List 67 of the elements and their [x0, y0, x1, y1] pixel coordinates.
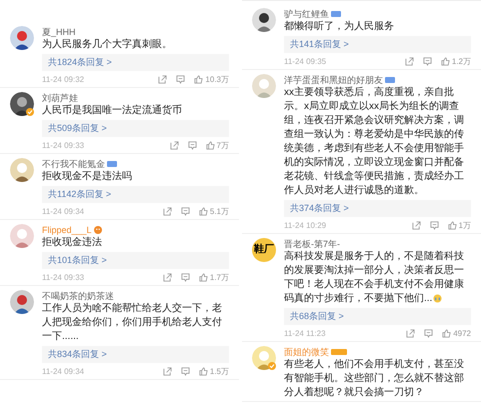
- share-icon[interactable]: [406, 329, 416, 338]
- reply-count-link[interactable]: 共141条回复 >: [284, 36, 471, 53]
- comment-icon[interactable]: [180, 273, 190, 282]
- reply-count-link[interactable]: 共1142条回复 >: [42, 186, 229, 203]
- reply-count-link[interactable]: 共101条回复 >: [42, 252, 229, 269]
- timestamp: 11-24 09:33: [42, 272, 86, 284]
- like-icon[interactable]: [442, 329, 452, 338]
- timestamp: 11-24 09:34: [42, 366, 86, 378]
- comment-text: 人民币是我国唯一法定流通货币: [42, 105, 182, 116]
- avatar[interactable]: 鞋厂: [252, 238, 276, 262]
- like-count: 5.1万: [210, 206, 229, 218]
- username[interactable]: 刘葫芦娃: [42, 92, 78, 104]
- reply-count-link[interactable]: 共1824条回复 >: [42, 54, 229, 71]
- comment-text: 工作人员为啥不能帮忙给老人交一下，老人把现金给你们，你们用手机给老人支付一下......: [42, 303, 222, 342]
- timestamp: 11-24 09:35: [284, 56, 328, 68]
- timestamp: 11-24 11:23: [284, 328, 327, 340]
- timestamp: 11-24 09:33: [42, 140, 86, 152]
- comment-text: 拒收现金违法: [42, 237, 102, 248]
- like-count: 7万: [216, 140, 229, 152]
- like-icon[interactable]: [440, 57, 450, 66]
- like-icon[interactable]: [448, 221, 457, 230]
- comment-icon[interactable]: [180, 367, 190, 376]
- like-icon[interactable]: [206, 141, 215, 150]
- username[interactable]: 晋老板-第7年-: [284, 238, 340, 250]
- share-icon[interactable]: [162, 207, 172, 216]
- comment-icon[interactable]: [176, 75, 186, 84]
- timestamp: 11-24 10:29: [284, 220, 328, 232]
- like-count: 1万: [458, 220, 471, 232]
- comment-text: 都懒得听了，为人民服务: [284, 21, 394, 32]
- timestamp: 11-24 09:34: [42, 206, 86, 218]
- username[interactable]: 不行我不能氪金: [42, 158, 105, 170]
- comment-text: xx主要领导获悉后，高度重视，亲自批示。x局立即成立以xx局长为组长的调查组，连夜召开紧急会议研究解决方案，调查组一致认为：尊老爱幼是中华民族的传统美德，考虑到有些老人不会使用智能手机的实际情况，立即设立现金窗口并配备老花镜、针线盒等便民措施，责成经办工作人员对老人进行诚恳的道歉。: [284, 87, 464, 196]
- like-count: 1.7万: [210, 272, 229, 284]
- share-icon[interactable]: [404, 57, 414, 66]
- like-count: 1.2万: [452, 56, 471, 68]
- reply-count-link[interactable]: 共834条回复 >: [42, 346, 229, 363]
- comment-icon[interactable]: [430, 221, 439, 230]
- comment-icon[interactable]: [422, 57, 432, 66]
- share-icon[interactable]: [412, 221, 421, 230]
- like-icon[interactable]: [198, 273, 208, 282]
- like-count: 10.3万: [205, 74, 229, 86]
- username[interactable]: Flipped___L: [42, 224, 92, 236]
- like-icon[interactable]: [198, 207, 208, 216]
- like-count: 1.5万: [210, 366, 229, 378]
- comment-text: 高科技发展是服务于人的，不是随着科技的发展要淘汰掉一部分人，决策者反思一下吧！老人现在不会手机支付不会用健康码真的寸步难行，不要抛下他们...: [284, 251, 464, 304]
- username[interactable]: 驴与红鲤鱼: [284, 8, 329, 20]
- comment-icon[interactable]: [188, 141, 197, 150]
- username[interactable]: 面姐的微笑: [284, 346, 329, 358]
- share-icon[interactable]: [162, 367, 172, 376]
- comment-icon[interactable]: [180, 207, 190, 216]
- reply-count-link[interactable]: 共374条回复 >: [284, 200, 471, 217]
- comment-text: 为人民服务几个大字真刺眼。: [42, 39, 172, 50]
- share-icon[interactable]: [158, 75, 168, 84]
- comment-text: 拒收现金不是违法吗: [42, 171, 132, 182]
- username[interactable]: 洋芋蛋蛋和黑妞的好朋友: [284, 74, 383, 86]
- like-count: 4972: [453, 328, 471, 340]
- timestamp: 11-24 09:32: [42, 74, 86, 86]
- comment-text: 有些老人，他们不会用手机支付，甚至没有智能手机。这些部门，怎么就不替这部分人着想呢？就只会搞一刀切？: [284, 359, 464, 398]
- reply-count-link[interactable]: 共68条回复 >: [284, 308, 471, 325]
- share-icon[interactable]: [162, 273, 172, 282]
- username[interactable]: 不喝奶茶的奶茶迷: [42, 290, 114, 302]
- like-icon[interactable]: [194, 75, 204, 84]
- reply-count-link[interactable]: 共509条回复 >: [42, 120, 229, 137]
- comment-icon[interactable]: [424, 329, 434, 338]
- username[interactable]: 夏_HHH: [42, 26, 76, 38]
- like-icon[interactable]: [198, 367, 208, 376]
- share-icon[interactable]: [170, 141, 179, 150]
